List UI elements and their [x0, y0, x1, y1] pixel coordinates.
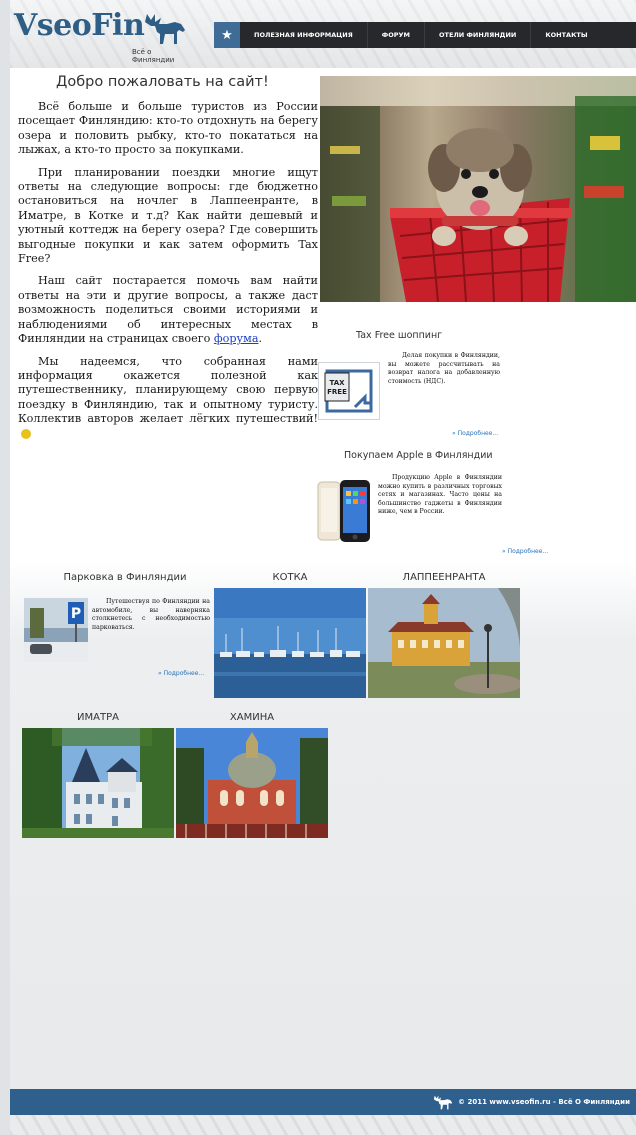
taxfree-title[interactable]: Tax Free шоппинг [356, 330, 442, 341]
moose-icon [145, 14, 185, 44]
intro-paragraph: Мы надеемся, что собранная нами информац… [18, 355, 318, 441]
nav-item-forum[interactable]: форум [368, 22, 425, 48]
taxfree-badge-line1: TAX [329, 379, 345, 387]
taxfree-icon: TAX FREE [324, 369, 373, 413]
parking-text: Путешествуя по Финляндии на автомобиле, … [92, 598, 210, 631]
forum-link[interactable]: форума [214, 332, 259, 345]
svg-text:P: P [71, 606, 81, 622]
logo-tagline: Всё о Финляндии [132, 48, 175, 64]
lappeenranta-title[interactable]: ЛАППЕЕНРАНТА [368, 572, 520, 583]
paragraph-text: Мы надеемся, что собранная нами информац… [18, 354, 318, 426]
smiley-icon [21, 428, 31, 439]
home-star-icon[interactable]: ★ [214, 22, 240, 48]
main-nav: ★ полезная информация форум отели финлян… [214, 22, 636, 48]
iphone-image[interactable] [316, 478, 372, 544]
intro-text: Всё больше и больше туристов из России п… [18, 100, 318, 449]
hamina-photo[interactable] [176, 728, 328, 838]
kotka-title[interactable]: КОТКА [214, 572, 366, 583]
taxfree-text: Делая покупки в Финляндии, вы можете рас… [388, 352, 500, 385]
footer-copyright[interactable]: © 2011 www.vseofin.ru - Всё О Финляндии [458, 1098, 630, 1106]
lappeenranta-illustration [368, 588, 520, 698]
site-header: VseoFin Всё о Финляндии ★ полезная инфор… [10, 0, 636, 68]
imatra-photo[interactable] [22, 728, 174, 838]
site-logo[interactable]: VseoFin Всё о Финляндии [14, 8, 194, 64]
paragraph-text: . [258, 332, 263, 346]
kotka-illustration [214, 588, 366, 698]
intro-paragraph: Наш сайт постарается помочь вам найти от… [18, 274, 318, 346]
hamina-illustration [176, 728, 328, 838]
logo-text: VseoFin [14, 8, 145, 43]
nav-item-useful-info[interactable]: полезная информация [240, 22, 368, 48]
page: VseoFin Всё о Финляндии ★ полезная инфор… [10, 0, 636, 1135]
intro-paragraph: При планировании поездки многие ищут отв… [18, 165, 318, 266]
apple-more-link[interactable]: » Подробнее... [502, 548, 548, 555]
moose-icon [433, 1095, 453, 1110]
parking-title[interactable]: Парковка в Финляндии [30, 572, 220, 583]
footer-decoration [10, 1115, 636, 1135]
hero-illustration [320, 76, 636, 302]
hero-photo-dog-in-cart [320, 76, 636, 302]
iphone-icon [317, 480, 370, 542]
paragraph-text: Наш сайт постарается помочь вам найти от… [18, 274, 318, 346]
intro-paragraph: Всё больше и больше туристов из России п… [18, 100, 318, 157]
taxfree-badge-line2: FREE [327, 388, 347, 396]
nav-item-contacts[interactable]: контакты [531, 22, 591, 48]
parking-more-link[interactable]: » Подробнее... [158, 670, 204, 677]
imatra-title[interactable]: ИМАТРА [22, 712, 174, 723]
kotka-photo[interactable] [214, 588, 366, 698]
page-title: Добро пожаловать на сайт! [56, 74, 269, 90]
taxfree-logo[interactable]: TAX FREE [318, 362, 380, 420]
site-footer: © 2011 www.vseofin.ru - Всё О Финляндии [10, 1089, 636, 1115]
hamina-title[interactable]: ХАМИНА [176, 712, 328, 723]
taxfree-more-link[interactable]: » Подробнее... [452, 430, 498, 437]
lappeenranta-photo[interactable] [368, 588, 520, 698]
parking-illustration: P [24, 598, 88, 662]
apple-text: Продукцию Apple в Финляндии можно купить… [378, 474, 502, 516]
apple-title[interactable]: Покупаем Apple в Финляндии [344, 450, 493, 461]
parking-photo[interactable]: P [24, 598, 88, 662]
nav-item-hotels[interactable]: отели финляндии [425, 22, 532, 48]
imatra-illustration [22, 728, 174, 838]
